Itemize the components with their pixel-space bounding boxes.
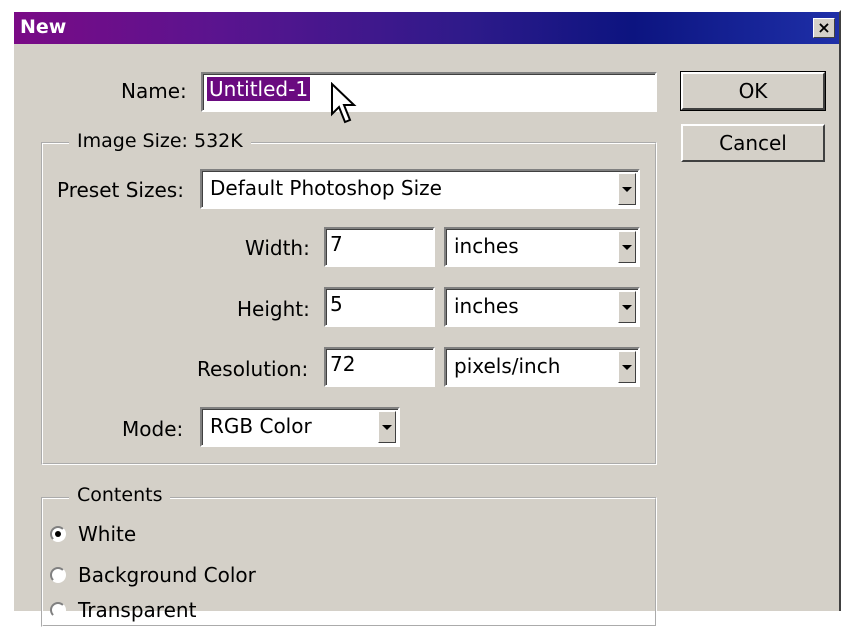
- ok-button[interactable]: OK: [680, 71, 826, 111]
- preset-sizes-select[interactable]: Default Photoshop Size: [200, 169, 640, 209]
- chevron-down-icon[interactable]: [378, 411, 396, 443]
- preset-sizes-value: Default Photoshop Size: [210, 176, 442, 200]
- title-bar[interactable]: New ×: [14, 12, 839, 44]
- chevron-down-icon[interactable]: [618, 351, 636, 383]
- height-input[interactable]: 5: [324, 287, 435, 327]
- chevron-down-icon[interactable]: [618, 173, 636, 205]
- name-input[interactable]: Untitled-1: [201, 72, 657, 112]
- width-unit-select[interactable]: inches: [444, 227, 640, 267]
- radio-button[interactable]: [50, 567, 66, 583]
- radio-background-color-label: Background Color: [78, 563, 256, 587]
- width-label: Width:: [245, 236, 310, 260]
- radio-white-label: White: [78, 522, 137, 546]
- mode-value: RGB Color: [210, 414, 312, 438]
- contents-legend: Contents: [69, 484, 171, 506]
- chevron-down-icon[interactable]: [618, 291, 636, 323]
- resolution-value: 72: [330, 352, 356, 376]
- mouse-cursor-icon: [331, 82, 357, 124]
- width-value: 7: [330, 232, 343, 256]
- name-input-value: Untitled-1: [207, 77, 311, 101]
- name-label: Name:: [121, 79, 187, 103]
- height-value: 5: [330, 292, 343, 316]
- close-icon[interactable]: ×: [813, 18, 835, 38]
- width-unit-value: inches: [454, 234, 519, 258]
- new-document-dialog: New × Name: Untitled-1 OK Cancel Image S…: [12, 10, 841, 627]
- height-unit-value: inches: [454, 294, 519, 318]
- radio-button[interactable]: [50, 526, 66, 542]
- height-label: Height:: [237, 297, 310, 321]
- height-unit-select[interactable]: inches: [444, 287, 640, 327]
- cancel-button[interactable]: Cancel: [681, 124, 825, 162]
- chevron-down-icon[interactable]: [618, 231, 636, 263]
- image-size-legend: Image Size: 532K: [69, 130, 251, 152]
- radio-transparent-label: Transparent: [78, 598, 197, 622]
- mode-select[interactable]: RGB Color: [200, 407, 400, 447]
- width-input[interactable]: 7: [324, 227, 435, 267]
- resolution-unit-value: pixels/inch: [454, 354, 561, 378]
- resolution-label: Resolution:: [197, 357, 309, 381]
- radio-button[interactable]: [50, 602, 66, 618]
- resolution-unit-select[interactable]: pixels/inch: [444, 347, 640, 387]
- resolution-input[interactable]: 72: [324, 347, 435, 387]
- mode-label: Mode:: [122, 417, 184, 441]
- preset-sizes-label: Preset Sizes:: [57, 178, 184, 202]
- dialog-title: New: [20, 16, 67, 38]
